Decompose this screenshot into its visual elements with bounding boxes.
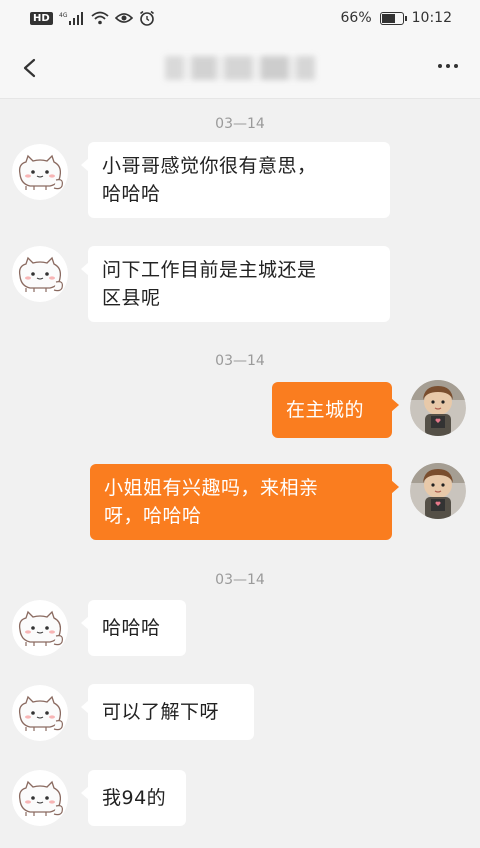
user-avatar[interactable]: [410, 463, 466, 519]
status-left-icons: HD 4G: [30, 10, 155, 26]
eye-icon: [114, 13, 133, 23]
message-text: 小姐姐有兴趣吗，来相亲: [104, 477, 319, 499]
contact-avatar[interactable]: [12, 246, 68, 302]
contact-avatar[interactable]: [12, 600, 68, 656]
message-text: 在主城的: [286, 399, 365, 421]
chevron-left-icon[interactable]: [18, 52, 44, 84]
status-right: 66% 10:12: [341, 10, 452, 26]
message-text: 可以了解下呀: [102, 701, 220, 723]
blurred-contact-name: [165, 56, 315, 80]
message-bubble-incoming[interactable]: 小哥哥感觉你很有意思， 哈哈哈: [81, 142, 390, 218]
user-avatar[interactable]: [410, 380, 466, 436]
message-text: 区县呢: [102, 287, 161, 309]
message-bubble-incoming[interactable]: 我94的: [81, 770, 186, 826]
signal-4g-icon: 4G: [59, 12, 83, 25]
message-bubble-incoming[interactable]: 可以了解下呀: [81, 684, 254, 740]
message-text: 问下工作目前是主城还是: [102, 259, 317, 281]
wifi-icon: [91, 11, 109, 25]
clock: 10:12: [411, 10, 452, 26]
message-text: 哈哈哈: [102, 617, 161, 639]
contact-avatar[interactable]: [12, 144, 68, 200]
chat-header: [0, 38, 480, 99]
message-bubble-outgoing[interactable]: 小姐姐有兴趣吗，来相亲 呀，哈哈哈: [90, 464, 399, 540]
date-separator: 03—14: [215, 572, 265, 588]
message-text: 我94的: [102, 787, 167, 809]
contact-avatar[interactable]: [12, 770, 68, 826]
message-bubble-outgoing[interactable]: 在主城的: [272, 382, 399, 438]
message-text: 哈哈哈: [102, 183, 161, 205]
date-separator: 03—14: [215, 116, 265, 132]
battery-icon: [379, 11, 407, 25]
date-separator: 03—14: [215, 353, 265, 369]
more-dots-icon[interactable]: [438, 64, 458, 68]
hd-badge: HD: [30, 11, 53, 25]
alarm-icon: [139, 10, 154, 26]
message-bubble-incoming[interactable]: 哈哈哈: [81, 600, 186, 656]
battery-percent: 66%: [340, 10, 372, 26]
contact-avatar[interactable]: [12, 685, 68, 741]
svg-text:4G: 4G: [59, 12, 68, 19]
message-bubble-incoming[interactable]: 问下工作目前是主城还是 区县呢: [81, 246, 390, 322]
message-text: 呀，哈哈哈: [104, 505, 202, 527]
message-text: 小哥哥感觉你很有意思，: [102, 155, 317, 177]
status-bar: HD 4G 66% 10:12: [0, 0, 480, 38]
